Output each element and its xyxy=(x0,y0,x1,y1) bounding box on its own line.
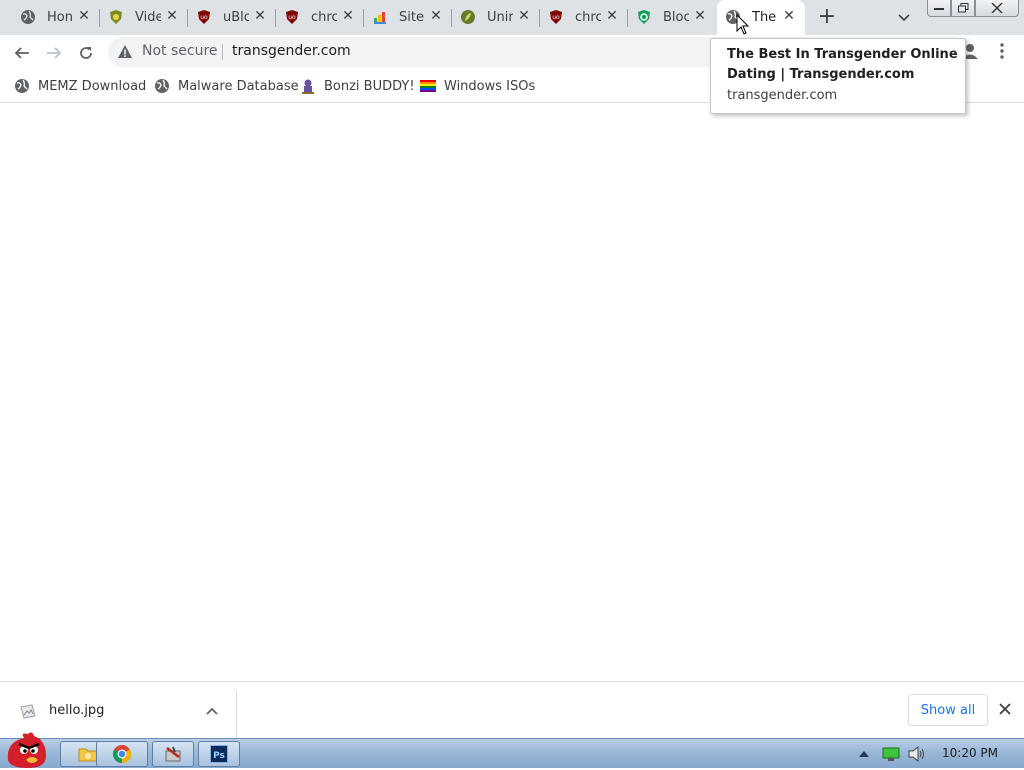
download-shelf: hello.jpg Show all xyxy=(0,681,1024,738)
security-status[interactable]: Not secure xyxy=(142,43,218,59)
more-menu-icon[interactable] xyxy=(995,42,1009,60)
bookmark-windows-isos[interactable]: Windows ISOs xyxy=(420,76,535,96)
close-tab-icon[interactable]: ✕ xyxy=(516,8,532,24)
window-controls xyxy=(927,0,1019,17)
bookmark-label: MEMZ Download xyxy=(38,78,147,94)
globe-icon xyxy=(155,79,169,93)
back-arrow-icon xyxy=(14,47,29,59)
tab-chrome-ublock[interactable]: uo chrc ✕ xyxy=(276,0,364,35)
tab-ublock[interactable]: uo uBlc ✕ xyxy=(188,0,276,35)
folder-icon xyxy=(78,748,98,762)
bonzi-icon xyxy=(302,79,314,94)
tab-title: Hon xyxy=(47,10,73,25)
close-window-button[interactable] xyxy=(975,0,1019,17)
tab-strip: Hon ✕ Vide ✕ uo uBlc ✕ uo chrc ✕ Site ✕ … xyxy=(0,0,1024,35)
close-tab-icon[interactable]: ✕ xyxy=(428,8,444,24)
close-icon xyxy=(991,3,1003,13)
tab-transgender-active[interactable]: The ✕ xyxy=(717,0,805,35)
tab-title: The xyxy=(752,10,777,25)
close-tab-icon[interactable]: ✕ xyxy=(164,8,180,24)
reload-icon xyxy=(80,47,92,59)
new-tab-button[interactable]: + xyxy=(815,6,839,28)
download-file-name: hello.jpg xyxy=(49,703,105,718)
tools-app-icon xyxy=(165,746,181,762)
forward-button[interactable] xyxy=(40,39,68,67)
close-tab-icon[interactable]: ✕ xyxy=(76,8,92,24)
close-icon[interactable] xyxy=(998,702,1012,716)
minimize-button[interactable] xyxy=(927,0,951,17)
video-shield-icon xyxy=(110,10,122,24)
ublock-icon: uo xyxy=(550,10,562,24)
leaf-icon xyxy=(461,10,475,24)
tab-title: Site xyxy=(399,10,424,25)
bookmark-label: Bonzi BUDDY! xyxy=(324,78,415,94)
globe-icon xyxy=(15,79,29,93)
tab-home[interactable]: Hon ✕ xyxy=(12,0,100,35)
taskbar-photoshop[interactable]: Ps xyxy=(198,741,240,767)
tab-title: Vide xyxy=(135,10,161,25)
bookmark-bonzi-buddy[interactable]: Bonzi BUDDY! xyxy=(300,76,415,96)
taskbar-clock[interactable]: 10:20 PM xyxy=(942,746,998,760)
reload-button[interactable] xyxy=(72,39,100,67)
close-tab-icon[interactable]: ✕ xyxy=(692,8,708,24)
svg-text:Ps: Ps xyxy=(213,751,225,761)
tooltip-url: transgender.com xyxy=(727,88,838,103)
green-shield-icon xyxy=(638,10,650,24)
tab-title: chrc xyxy=(311,10,337,25)
bookmark-label: Malware Database xyxy=(178,78,299,94)
tab-title: Bloc xyxy=(663,10,689,25)
restore-button[interactable] xyxy=(951,0,975,17)
ublock-icon: uo xyxy=(286,10,298,24)
tab-block[interactable]: Bloc ✕ xyxy=(628,0,716,35)
bookmark-label: Windows ISOs xyxy=(444,78,536,94)
tab-search-chevron-icon[interactable] xyxy=(895,8,913,26)
volume-icon[interactable] xyxy=(908,746,926,762)
show-all-downloads-button[interactable]: Show all xyxy=(908,694,988,726)
chrome-icon xyxy=(112,745,132,763)
close-tab-icon[interactable]: ✕ xyxy=(781,8,797,24)
taskbar-chrome[interactable] xyxy=(96,741,148,767)
tab-title: chrc xyxy=(575,10,601,25)
mouse-cursor-icon xyxy=(736,14,750,35)
omnibox-divider xyxy=(222,44,223,60)
system-tray xyxy=(858,743,926,765)
rainbow-flag-icon xyxy=(420,80,436,92)
windows-taskbar: Ps 10:20 PM xyxy=(0,732,1024,768)
angry-bird-start-icon[interactable] xyxy=(2,730,50,770)
network-icon[interactable] xyxy=(882,746,900,762)
tab-chrome-ublock-2[interactable]: uo chrc ✕ xyxy=(540,0,628,35)
tab-video[interactable]: Vide ✕ xyxy=(100,0,188,35)
back-button[interactable] xyxy=(8,39,36,67)
page-content xyxy=(0,103,1024,681)
svg-text:uo: uo xyxy=(200,14,208,21)
ublock-icon: uo xyxy=(198,10,210,24)
url-text[interactable]: transgender.com xyxy=(232,43,351,59)
close-tab-icon[interactable]: ✕ xyxy=(340,8,356,24)
minimize-icon xyxy=(934,8,944,10)
tray-expand-icon[interactable] xyxy=(858,749,870,759)
forward-arrow-icon xyxy=(47,47,62,59)
bookmark-memz-download[interactable]: MEMZ Download xyxy=(14,76,146,96)
tab-unit[interactable]: Unir ✕ xyxy=(452,0,540,35)
colorful-site-icon xyxy=(374,12,386,24)
warning-icon[interactable] xyxy=(117,44,133,60)
tab-hover-tooltip: The Best In Transgender Online Dating | … xyxy=(710,38,966,114)
bookmark-malware-database[interactable]: Malware Database xyxy=(154,76,299,96)
svg-text:uo: uo xyxy=(552,14,560,21)
tab-site[interactable]: Site ✕ xyxy=(364,0,452,35)
restore-icon xyxy=(957,3,968,13)
tooltip-title: The Best In Transgender Online Dating | … xyxy=(727,47,958,82)
image-file-icon xyxy=(20,704,36,719)
svg-text:uo: uo xyxy=(288,14,296,21)
close-tab-icon[interactable]: ✕ xyxy=(252,8,268,24)
photoshop-icon: Ps xyxy=(210,745,228,763)
tab-title: uBlc xyxy=(223,10,249,25)
globe-icon xyxy=(21,10,35,24)
tab-title: Unir xyxy=(487,10,513,25)
chevron-up-icon[interactable] xyxy=(205,706,219,716)
taskbar-app[interactable] xyxy=(152,741,194,767)
close-tab-icon[interactable]: ✕ xyxy=(604,8,620,24)
